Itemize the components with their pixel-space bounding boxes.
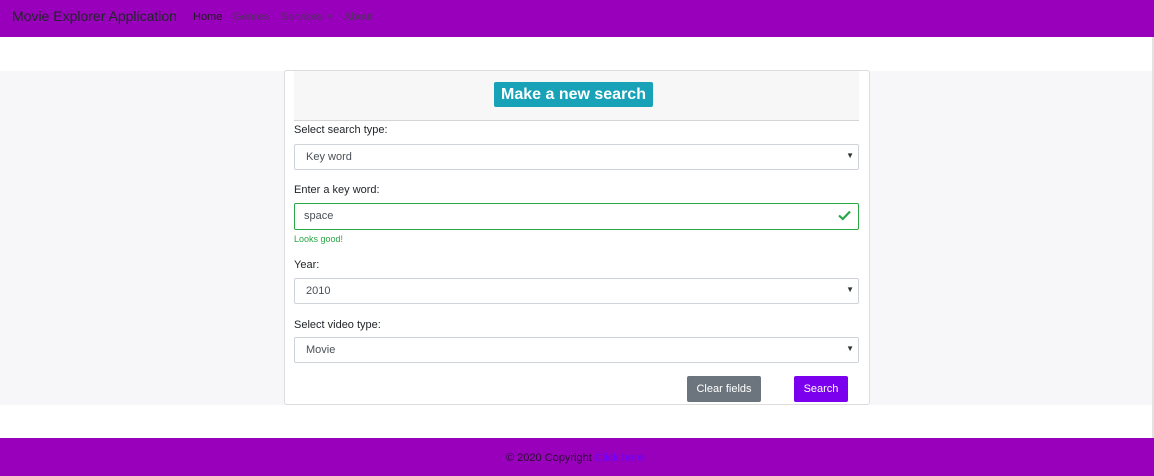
brand-title[interactable]: Movie Explorer Application bbox=[12, 8, 177, 24]
year-value: 2010 bbox=[306, 285, 331, 297]
chevron-down-icon: ▼ bbox=[326, 14, 334, 21]
dropdown-arrow-icon: ▼ bbox=[846, 285, 854, 294]
nav-home[interactable]: Home bbox=[193, 11, 222, 23]
year-label: Year: bbox=[294, 259, 320, 271]
search-type-value: Key word bbox=[306, 151, 352, 163]
search-button[interactable]: Search bbox=[794, 376, 848, 402]
nav-services[interactable]: Services ▼ bbox=[281, 11, 333, 23]
video-type-label: Select video type: bbox=[294, 319, 381, 331]
dropdown-arrow-icon: ▼ bbox=[846, 151, 854, 160]
card-header: Make a new search bbox=[294, 71, 859, 121]
year-select[interactable]: 2010 ▼ bbox=[294, 278, 859, 304]
nav-services-label: Services bbox=[281, 11, 324, 23]
footer-copyright: © 2020 Copyright Click here bbox=[506, 452, 644, 464]
clear-fields-button[interactable]: Clear fields bbox=[687, 376, 761, 402]
valid-feedback: Looks good! bbox=[294, 234, 344, 244]
dropdown-arrow-icon: ▼ bbox=[846, 344, 854, 353]
video-type-select[interactable]: Movie ▼ bbox=[294, 337, 859, 363]
search-card: Make a new search Select search type: Ke… bbox=[284, 70, 870, 405]
nav-about[interactable]: About bbox=[344, 11, 373, 23]
make-new-search-button[interactable]: Make a new search bbox=[494, 82, 653, 107]
footer-link[interactable]: Click here bbox=[595, 452, 644, 464]
nav-genres[interactable]: Genres bbox=[233, 11, 269, 23]
top-navbar: Movie Explorer Application Home Genres S… bbox=[0, 0, 1154, 37]
check-icon bbox=[838, 210, 851, 221]
keyword-value: space bbox=[304, 210, 334, 222]
footer: © 2020 Copyright Click here bbox=[0, 438, 1154, 476]
search-type-select[interactable]: Key word ▼ bbox=[294, 144, 859, 170]
search-type-label: Select search type: bbox=[294, 124, 388, 136]
keyword-label: Enter a key word: bbox=[294, 184, 380, 196]
copyright-text: © 2020 Copyright bbox=[506, 452, 592, 464]
video-type-value: Movie bbox=[306, 344, 336, 356]
keyword-input[interactable]: space bbox=[294, 203, 859, 230]
